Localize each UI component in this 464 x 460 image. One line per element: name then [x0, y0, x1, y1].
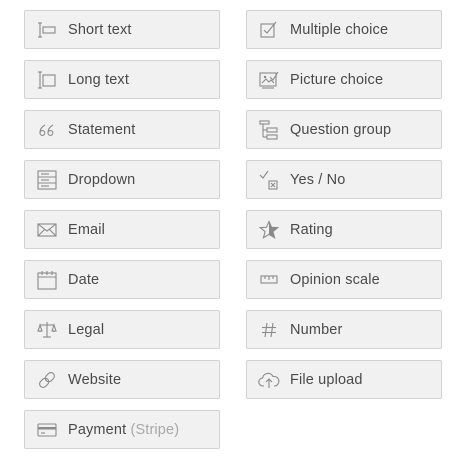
block-label: Yes / No [290, 172, 346, 188]
block-picture-choice[interactable]: Picture choice [246, 60, 442, 99]
block-rating[interactable]: Rating [246, 210, 442, 249]
hash-icon [258, 320, 280, 340]
envelope-icon [36, 220, 58, 240]
block-payment[interactable]: Payment (Stripe) [24, 410, 220, 449]
yes-no-icon [258, 170, 280, 190]
block-question-group[interactable]: Question group [246, 110, 442, 149]
block-statement[interactable]: Statement [24, 110, 220, 149]
credit-card-icon [36, 420, 58, 440]
block-yes-no[interactable]: Yes / No [246, 160, 442, 199]
block-label: Number [290, 322, 343, 338]
star-icon [258, 220, 280, 240]
block-label: Website [68, 372, 122, 388]
quote-icon [36, 120, 58, 140]
block-label: Dropdown [68, 172, 136, 188]
block-opinion-scale[interactable]: Opinion scale [246, 260, 442, 299]
picture-choice-icon [258, 70, 280, 90]
block-email[interactable]: Email [24, 210, 220, 249]
block-label: Email [68, 222, 106, 238]
block-label: Legal [68, 322, 105, 338]
long-text-icon [36, 70, 58, 90]
question-type-palette: Short text Long text Statement Dropdown … [0, 0, 464, 460]
block-website[interactable]: Website [24, 360, 220, 399]
block-file-upload[interactable]: File upload [246, 360, 442, 399]
multiple-choice-icon [258, 20, 280, 40]
block-number[interactable]: Number [246, 310, 442, 349]
block-label: Rating [290, 222, 333, 238]
dropdown-icon [36, 170, 58, 190]
block-label: Long text [68, 72, 130, 88]
block-date[interactable]: Date [24, 260, 220, 299]
block-label: Payment (Stripe) [68, 411, 179, 448]
block-label: File upload [290, 372, 363, 388]
block-dropdown[interactable]: Dropdown [24, 160, 220, 199]
block-label: Date [68, 272, 100, 288]
short-text-icon [36, 20, 58, 40]
block-legal[interactable]: Legal [24, 310, 220, 349]
block-label: Question group [290, 122, 392, 138]
block-label: Statement [68, 122, 136, 138]
cloud-upload-icon [258, 370, 280, 390]
block-label-main: Payment [68, 422, 127, 438]
scales-icon [36, 320, 58, 340]
calendar-icon [36, 270, 58, 290]
block-sublabel: (Stripe) [130, 422, 180, 438]
block-label: Short text [68, 22, 132, 38]
block-short-text[interactable]: Short text [24, 10, 220, 49]
ruler-icon [258, 270, 280, 290]
block-long-text[interactable]: Long text [24, 60, 220, 99]
block-label: Opinion scale [290, 272, 380, 288]
link-icon [36, 370, 58, 390]
block-label: Multiple choice [290, 22, 389, 38]
block-label: Picture choice [290, 72, 384, 88]
block-multiple-choice[interactable]: Multiple choice [246, 10, 442, 49]
question-group-icon [258, 120, 280, 140]
